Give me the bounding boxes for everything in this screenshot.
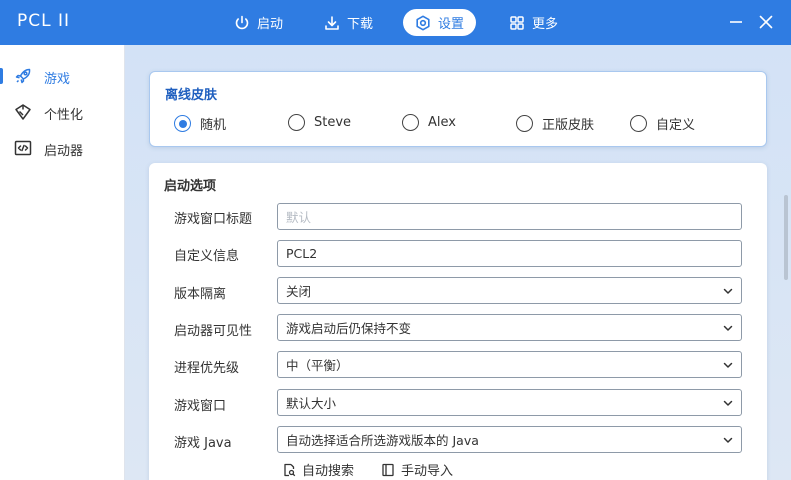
radio-circle: [630, 115, 647, 132]
process-priority-select[interactable]: 中（平衡）: [277, 351, 742, 378]
launch-options-card: 启动选项 游戏窗口标题 默认 自定义信息 PCL2 版本隔离 关闭 启动器可见性…: [149, 163, 767, 480]
card-title: 启动选项: [164, 179, 217, 194]
brush-icon: [14, 103, 32, 121]
game-java-select[interactable]: 自动选择适合所选游戏版本的 Java: [277, 426, 742, 453]
select-value: 自动选择适合所选游戏版本的 Java: [286, 433, 479, 448]
chevron-down-icon: [723, 437, 733, 443]
chevron-down-icon: [723, 288, 733, 294]
active-indicator: [0, 68, 3, 84]
radio-label: 随机: [200, 118, 227, 133]
radio-label: Alex: [428, 115, 456, 130]
app-logo: PCL II: [17, 11, 71, 31]
game-window-label: 游戏窗口: [174, 399, 227, 414]
chevron-down-icon: [723, 325, 733, 331]
manual-import-label: 手动导入: [401, 464, 454, 479]
skin-option-official[interactable]: 正版皮肤: [516, 114, 594, 133]
radio-circle: [288, 114, 305, 131]
sidebar-item-label: 启动器: [44, 144, 84, 159]
window-title-label: 游戏窗口标题: [174, 212, 253, 227]
grid-icon: [509, 15, 525, 31]
skin-option-custom[interactable]: 自定义: [630, 114, 695, 133]
minimize-icon: [729, 15, 743, 29]
nav-settings-button[interactable]: 设置: [403, 9, 477, 36]
game-window-select[interactable]: 默认大小: [277, 389, 742, 416]
version-isolation-select[interactable]: 关闭: [277, 277, 742, 304]
custom-info-label: 自定义信息: [174, 249, 240, 264]
card-title: 离线皮肤: [165, 88, 218, 103]
sidebar-item-label: 游戏: [44, 72, 71, 87]
select-value: 中（平衡）: [286, 358, 349, 373]
chevron-down-icon: [723, 362, 733, 368]
window-title-input[interactable]: 默认: [277, 203, 742, 230]
radio-circle: [174, 115, 191, 132]
radio-circle: [516, 115, 533, 132]
nav-download-label: 下载: [347, 17, 374, 32]
process-priority-label: 进程优先级: [174, 361, 240, 376]
sidebar-item-launcher[interactable]: 启动器: [0, 131, 124, 165]
radio-label: Steve: [314, 115, 352, 130]
scrollbar-thumb[interactable]: [784, 195, 788, 280]
manual-import-button[interactable]: 手动导入: [381, 460, 453, 479]
book-icon: [381, 463, 395, 477]
launcher-visibility-select[interactable]: 游戏启动后仍保持不变: [277, 314, 742, 341]
nav-settings-label: 设置: [438, 17, 465, 32]
nav-download-button[interactable]: 下载: [312, 9, 385, 36]
nav-launch-button[interactable]: 启动: [222, 9, 295, 36]
offline-skin-card: 离线皮肤 随机 Steve Alex 正版皮肤 自定义: [149, 71, 767, 147]
title-bar: PCL II 启动 下载 设置 更多: [0, 0, 791, 45]
file-search-icon: [282, 463, 296, 477]
skin-option-steve[interactable]: Steve: [288, 114, 351, 131]
select-value: 关闭: [286, 284, 312, 299]
close-button[interactable]: [756, 12, 776, 32]
rocket-icon: [14, 67, 32, 85]
input-placeholder: 默认: [286, 210, 312, 225]
gear-icon: [415, 15, 431, 31]
download-icon: [324, 15, 340, 31]
skin-option-random[interactable]: 随机: [174, 114, 226, 133]
radio-label: 自定义: [656, 118, 696, 133]
chevron-down-icon: [723, 400, 733, 406]
close-icon: [759, 15, 773, 29]
power-icon: [234, 15, 250, 31]
auto-search-button[interactable]: 自动搜索: [282, 460, 354, 479]
main-content: 离线皮肤 随机 Steve Alex 正版皮肤 自定义 启动选项 游戏窗口标题 …: [125, 45, 791, 480]
skin-option-alex[interactable]: Alex: [402, 114, 456, 131]
sidebar: 游戏 个性化 启动器: [0, 45, 125, 480]
select-value: 默认大小: [286, 396, 337, 411]
launcher-visibility-label: 启动器可见性: [174, 324, 253, 339]
sidebar-item-game[interactable]: 游戏: [0, 59, 124, 93]
nav-more-button[interactable]: 更多: [497, 9, 570, 36]
sidebar-item-label: 个性化: [44, 108, 84, 123]
input-value: PCL2: [286, 246, 318, 261]
radio-label: 正版皮肤: [542, 118, 595, 133]
version-isolation-label: 版本隔离: [174, 287, 227, 302]
game-java-label: 游戏 Java: [174, 436, 232, 451]
select-value: 游戏启动后仍保持不变: [286, 321, 412, 336]
radio-circle: [402, 114, 419, 131]
minimize-button[interactable]: [726, 12, 746, 32]
nav-more-label: 更多: [532, 17, 559, 32]
auto-search-label: 自动搜索: [302, 464, 355, 479]
nav-launch-label: 启动: [257, 17, 284, 32]
custom-info-input[interactable]: PCL2: [277, 240, 742, 267]
code-icon: [14, 139, 32, 157]
sidebar-item-personalize[interactable]: 个性化: [0, 95, 124, 129]
